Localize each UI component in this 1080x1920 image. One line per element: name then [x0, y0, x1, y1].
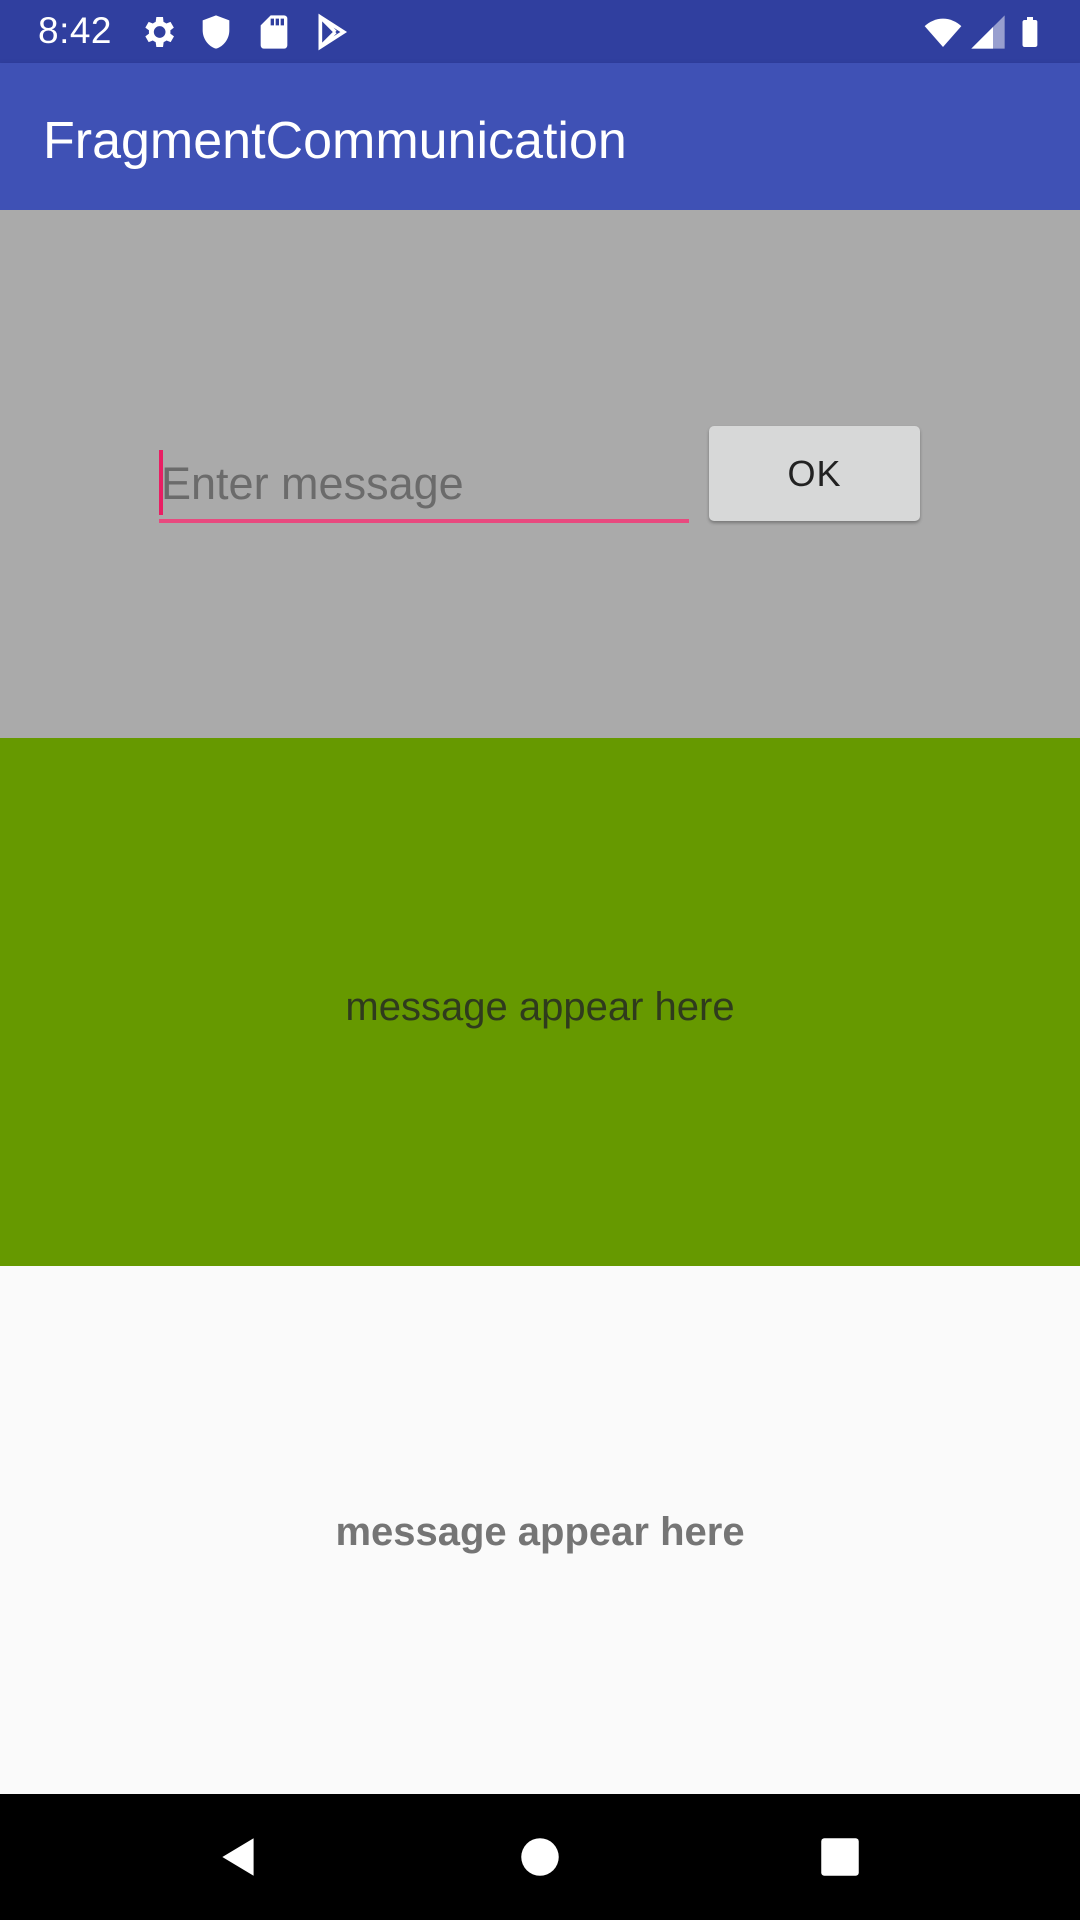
green-message-fragment: message appear here: [0, 738, 1080, 1266]
gear-icon: [145, 17, 174, 47]
battery-icon: [1022, 17, 1038, 47]
play-store-icon: [318, 13, 348, 51]
navigation-bar: [0, 1794, 1080, 1920]
app-bar: FragmentCommunication: [0, 63, 1080, 210]
message-input[interactable]: Enter message: [159, 438, 689, 526]
text-cursor: [159, 450, 163, 515]
white-message-text: message appear here: [335, 1509, 745, 1554]
white-message-fragment: message appear here: [0, 1266, 1080, 1794]
app-title: FragmentCommunication: [43, 112, 627, 170]
home-icon[interactable]: [515, 1832, 565, 1882]
status-time: 8:42: [38, 10, 113, 51]
ok-button[interactable]: OK: [709, 426, 920, 521]
input-underline: [159, 519, 689, 523]
status-bar: 8:42: [0, 0, 1080, 63]
green-message-text: message appear here: [345, 984, 735, 1029]
sd-card-icon: [260, 15, 288, 49]
signal-icon: [971, 15, 1005, 49]
message-input-placeholder: Enter message: [161, 458, 464, 509]
recents-icon[interactable]: [815, 1832, 865, 1882]
shield-icon: [202, 15, 230, 49]
wifi-icon: [924, 18, 962, 47]
back-icon[interactable]: [214, 1832, 264, 1882]
input-fragment: Enter message OK: [0, 210, 1080, 738]
